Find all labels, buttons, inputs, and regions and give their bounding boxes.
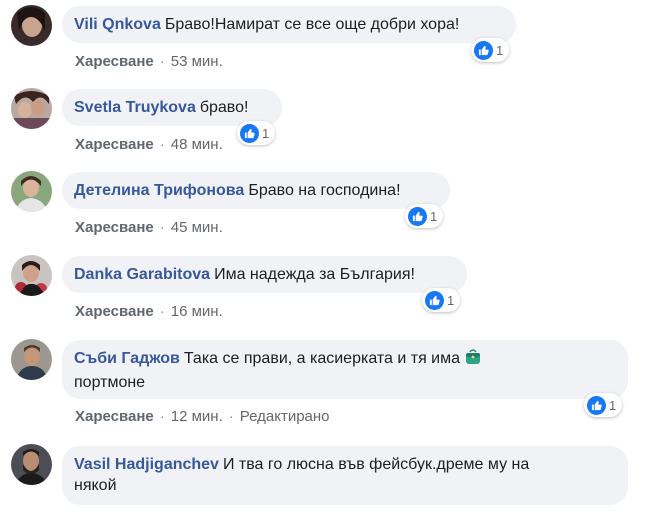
separator: · <box>159 136 165 153</box>
comment-text: Има надежда за България! <box>214 266 415 283</box>
reaction-count[interactable]: 1 <box>422 288 461 312</box>
reaction-number: 1 <box>262 125 270 141</box>
comment-text: браво! <box>199 99 249 116</box>
timestamp[interactable]: 53 мин. <box>171 53 223 70</box>
thumbs-up-icon <box>587 395 606 415</box>
avatar[interactable] <box>11 444 52 485</box>
comment-text: Браво!Намират се все още добри хора! <box>164 16 460 33</box>
comment-actions: Харесване · 12 мин. · Редактирано <box>75 408 330 425</box>
like-link[interactable]: Харесване <box>75 219 154 236</box>
like-link[interactable]: Харесване <box>75 408 154 425</box>
like-link[interactable]: Харесване <box>75 136 154 153</box>
comment-author[interactable]: Детелина Трифонова <box>74 182 244 199</box>
comment-author[interactable]: Svetla Truykova <box>74 99 196 116</box>
thumbs-up-icon <box>474 40 493 60</box>
thumbs-up-icon <box>240 123 259 143</box>
comment-author[interactable]: Vasil Hadjiganchev <box>74 456 219 473</box>
comment-text: И тва го люсна във фейсбук.дреме му на <box>222 456 530 473</box>
comment-bubble: Съби Гаджов Така се прави, а касиерката и… <box>62 340 628 399</box>
comment-text: Така се прави, а касиерката и тя има <box>183 350 461 367</box>
avatar[interactable] <box>11 339 52 380</box>
comment-bubble: Vasil Hadjiganchev И тва го люсна във фей… <box>62 446 628 505</box>
like-link[interactable]: Харесване <box>75 53 154 70</box>
reaction-count[interactable]: 1 <box>471 38 510 62</box>
comment-actions: Харесване · 48 мин. <box>75 136 223 153</box>
reaction-count[interactable]: 1 <box>237 121 276 145</box>
timestamp[interactable]: 12 мин. <box>171 408 223 425</box>
reaction-count[interactable]: 1 <box>405 204 444 228</box>
separator: · <box>159 53 165 70</box>
separator: · <box>159 219 165 236</box>
timestamp[interactable]: 48 мин. <box>171 136 223 153</box>
reaction-number: 1 <box>609 397 617 413</box>
thumbs-up-icon <box>408 206 427 226</box>
separator: · <box>159 408 165 425</box>
reaction-count[interactable]: 1 <box>584 393 623 417</box>
avatar[interactable] <box>11 5 52 46</box>
edited-label[interactable]: Редактирано <box>240 408 330 425</box>
avatar[interactable] <box>11 88 52 129</box>
comment-actions: Харесване · 45 мин. <box>75 219 223 236</box>
avatar[interactable] <box>11 171 52 212</box>
comment-author[interactable]: Съби Гаджов <box>74 350 180 367</box>
separator: · <box>159 303 165 320</box>
thumbs-up-icon <box>425 290 444 310</box>
comment-actions: Харесване · 16 мин. <box>75 303 223 320</box>
separator: · <box>228 408 234 425</box>
comment-actions: Харесване · 53 мин. <box>75 53 223 70</box>
reaction-number: 1 <box>430 208 438 224</box>
avatar[interactable] <box>11 255 52 296</box>
timestamp[interactable]: 16 мин. <box>171 303 223 320</box>
comment-author[interactable]: Danka Garabitova <box>74 266 210 283</box>
reaction-number: 1 <box>496 42 504 58</box>
like-link[interactable]: Харесване <box>75 303 154 320</box>
reaction-number: 1 <box>447 292 455 308</box>
comment-text-line2: някой <box>74 477 117 494</box>
comment-bubble: Danka Garabitova Има надежда за България! <box>62 256 467 293</box>
comment-bubble: Детелина Трифонова Браво на господина! <box>62 172 450 209</box>
comment-text-line2: портмоне <box>74 374 146 391</box>
comment-bubble: Vili Qnkova Браво!Намират се все още добр… <box>62 6 516 43</box>
comment-author[interactable]: Vili Qnkova <box>74 16 161 33</box>
purse-emoji-icon <box>464 348 482 372</box>
comment-text: Браво на господина! <box>248 182 401 199</box>
timestamp[interactable]: 45 мин. <box>171 219 223 236</box>
